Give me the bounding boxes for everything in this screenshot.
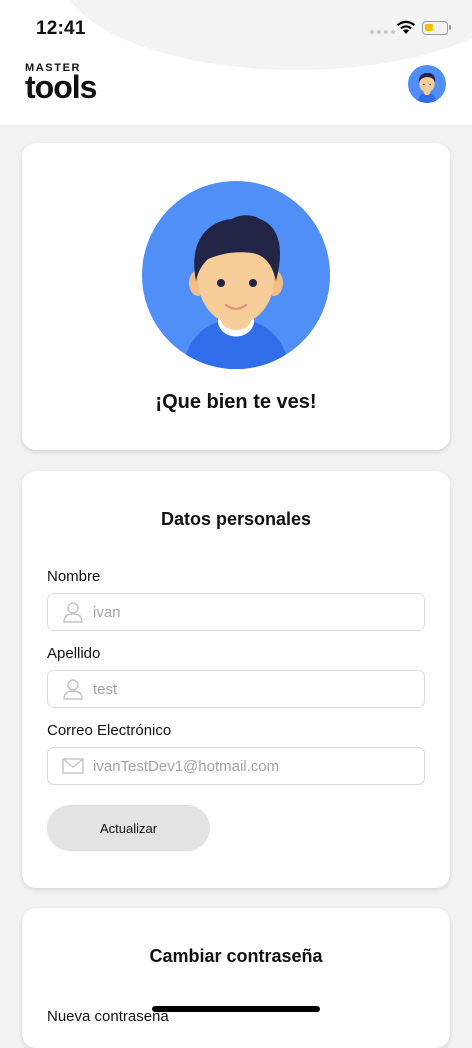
greeting-text: ¡Que bien te ves! xyxy=(155,391,317,413)
lastname-field[interactable]: test xyxy=(47,670,425,708)
change-password-card: Cambiar contraseña Nueva contraseña xyxy=(22,908,450,1048)
personal-data-title: Datos personales xyxy=(160,509,312,529)
master-tools-logo: MASTER tools xyxy=(25,63,97,105)
wifi-icon xyxy=(397,20,415,34)
lastname-label: Apellido xyxy=(47,645,101,662)
user-icon xyxy=(62,678,84,700)
update-button[interactable]: Actualizar xyxy=(47,805,210,851)
logo-bottom-text: tools xyxy=(25,69,97,105)
mail-icon xyxy=(62,755,84,777)
home-indicator[interactable] xyxy=(152,1006,320,1012)
change-password-title: Cambiar contraseña xyxy=(149,946,323,966)
new-password-label: Nueva contraseña xyxy=(47,1008,169,1025)
lastname-value: test xyxy=(93,680,118,698)
email-value: ivanTestDev1@hotmail.com xyxy=(93,757,280,775)
profile-card: ¡Que bien te ves! xyxy=(22,143,450,450)
email-field[interactable]: ivanTestDev1@hotmail.com xyxy=(47,747,425,785)
user-avatar-icon[interactable] xyxy=(408,65,446,103)
personal-data-card: Datos personales Nombre ivan Apellido te… xyxy=(22,471,450,888)
name-field[interactable]: ivan xyxy=(47,593,425,631)
name-label: Nombre xyxy=(47,568,101,585)
app-header: 12:41 MASTER tools xyxy=(0,0,472,125)
email-label: Correo Electrónico xyxy=(47,722,172,739)
signal-icon xyxy=(370,30,395,34)
profile-avatar-icon[interactable] xyxy=(142,181,330,369)
battery-icon xyxy=(422,21,451,35)
status-time: 12:41 xyxy=(36,18,86,39)
status-bar: 12:41 xyxy=(0,0,472,56)
name-value: ivan xyxy=(93,603,121,621)
user-icon xyxy=(62,601,84,623)
